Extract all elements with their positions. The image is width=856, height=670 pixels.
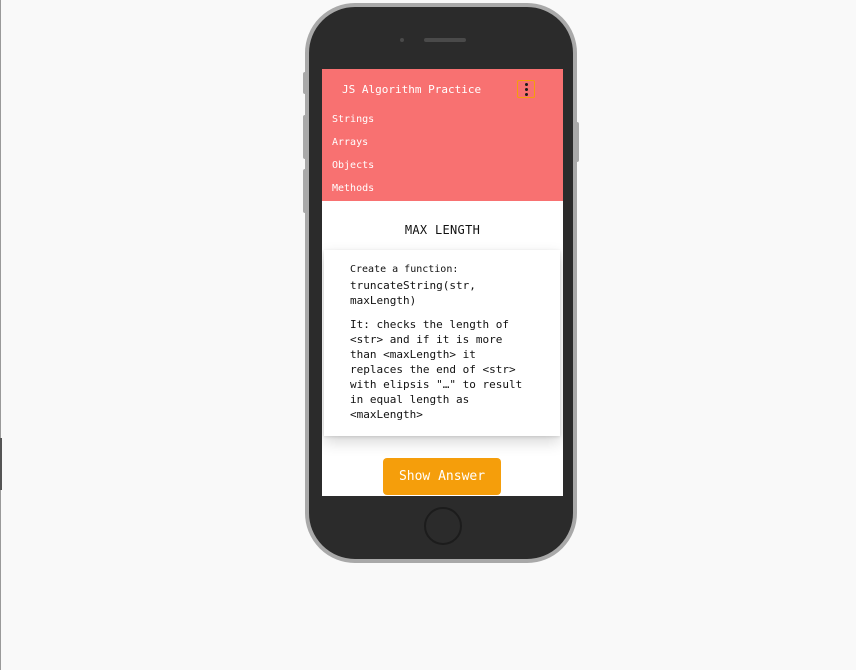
kebab-menu-icon[interactable] <box>517 80 535 98</box>
function-signature: truncateString(str, maxLength) <box>350 279 476 307</box>
page-title: MAX LENGTH <box>404 223 481 237</box>
app-title: JS Algorithm Practice <box>342 83 482 96</box>
nav-item-strings[interactable]: Strings <box>332 113 374 136</box>
window-edge-marker <box>0 438 2 490</box>
show-answer-button[interactable]: Show Answer <box>383 458 501 495</box>
app-screen: JS Algorithm Practice Strings Arrays Obj… <box>322 69 563 496</box>
nav-item-arrays[interactable]: Arrays <box>332 136 374 159</box>
phone-camera <box>400 38 404 42</box>
phone-speaker <box>424 38 466 42</box>
phone-home-button <box>424 507 462 545</box>
nav-menu: Strings Arrays Objects Methods <box>332 113 374 205</box>
question-description: It: checks the length of <str> and if it… <box>350 318 523 421</box>
question-card: Create a function: truncateString(str, m… <box>324 250 560 436</box>
nav-item-objects[interactable]: Objects <box>332 159 374 182</box>
app-header: JS Algorithm Practice Strings Arrays Obj… <box>322 69 563 201</box>
nav-item-methods[interactable]: Methods <box>332 182 374 205</box>
question-intro: Create a function: <box>350 264 459 275</box>
window-edge <box>0 0 1 670</box>
